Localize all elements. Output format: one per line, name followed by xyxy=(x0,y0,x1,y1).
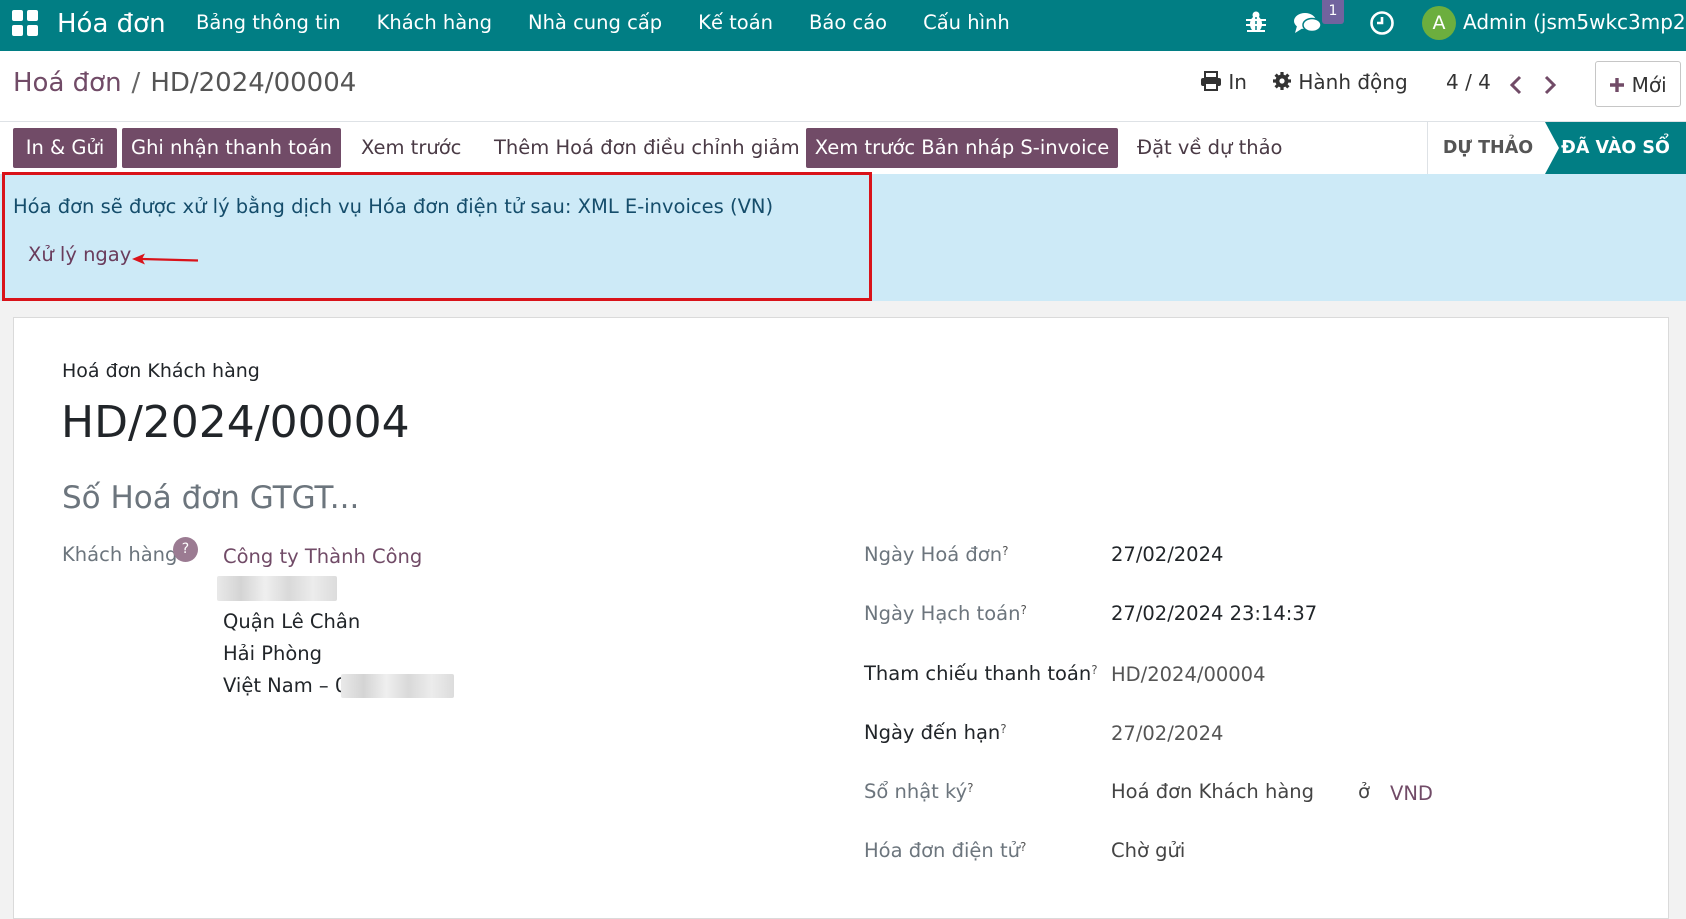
journal-in-text: ở xyxy=(1358,780,1370,803)
journal-value[interactable]: Hoá đơn Khách hàng xyxy=(1111,777,1314,807)
app-title[interactable]: Hóa đơn xyxy=(57,6,166,42)
state-draft[interactable]: DỰ THẢO xyxy=(1427,122,1548,174)
breadcrumb-separator: / xyxy=(131,68,141,98)
action-menu-button[interactable]: Hành động xyxy=(1272,65,1408,99)
menu-configuration[interactable]: Cấu hình xyxy=(923,0,1010,51)
journal-label: Sổ nhật ký? xyxy=(864,780,974,803)
top-navbar: Hóa đơn Bảng thông tin Khách hàng Nhà cu… xyxy=(0,0,1686,51)
add-credit-note-button[interactable]: Thêm Hoá đơn điều chỉnh giảm xyxy=(494,128,800,168)
customer-address-district: Quận Lê Chân xyxy=(223,610,361,633)
customer-address-country: Việt Nam – 0 xyxy=(223,674,348,697)
printer-icon xyxy=(1201,71,1221,91)
action-label: Hành động xyxy=(1298,70,1408,94)
main-menu: Bảng thông tin Khách hàng Nhà cung cấp K… xyxy=(196,0,1046,51)
apps-menu-icon[interactable] xyxy=(12,10,40,38)
status-bar: In & Gửi Ghi nhận thanh toán Xem trước T… xyxy=(0,122,1686,175)
plus-icon xyxy=(1610,78,1625,92)
highlight-box-annotation xyxy=(2,172,872,301)
due-date-label: Ngày đến hạn? xyxy=(864,721,1007,744)
einvoice-state-value: Chờ gửi xyxy=(1111,839,1186,862)
menu-vendors[interactable]: Nhà cung cấp xyxy=(528,0,662,51)
document-type-label: Hoá đơn Khách hàng xyxy=(62,360,260,382)
due-date-value[interactable]: 27/02/2024 xyxy=(1111,719,1223,749)
send-print-button[interactable]: In & Gửi xyxy=(13,128,117,168)
user-avatar[interactable]: A xyxy=(1422,6,1456,40)
einvoice-state-label: Hóa đơn điện tử? xyxy=(864,839,1027,862)
menu-accounting[interactable]: Kế toán xyxy=(698,0,773,51)
preview-sinvoice-draft-button[interactable]: Xem trước Bản nháp S-invoice xyxy=(806,128,1118,168)
menu-customers[interactable]: Khách hàng xyxy=(377,0,492,51)
breadcrumb-current: HD/2024/00004 xyxy=(150,68,357,98)
customer-label: Khách hàng xyxy=(62,543,178,566)
payment-reference-label: Tham chiếu thanh toán? xyxy=(864,662,1098,685)
reset-to-draft-button[interactable]: Đặt về dự thảo xyxy=(1137,128,1282,168)
currency-link[interactable]: VND xyxy=(1390,779,1433,809)
bug-icon[interactable] xyxy=(1244,9,1268,35)
chat-count-badge: 1 xyxy=(1322,0,1344,24)
redacted-tax-id xyxy=(341,674,454,698)
chevron-right-icon[interactable] xyxy=(1543,75,1557,95)
menu-dashboard[interactable]: Bảng thông tin xyxy=(196,0,341,51)
clock-icon[interactable] xyxy=(1369,10,1395,36)
control-panel: Hoá đơn / HD/2024/00004 In Hành động 4 / 4… xyxy=(0,51,1686,122)
pager-value: 4 / 4 xyxy=(1446,70,1491,94)
breadcrumb-parent[interactable]: Hoá đơn xyxy=(13,68,122,98)
chat-icon[interactable] xyxy=(1293,10,1323,36)
new-label: Mới xyxy=(1631,73,1667,97)
accounting-date-value[interactable]: 27/02/2024 23:14:37 xyxy=(1111,599,1317,629)
invoice-date-label: Ngày Hoá đơn? xyxy=(864,543,1009,566)
print-label: In xyxy=(1228,70,1247,94)
vat-invoice-number-input[interactable]: Số Hoá đơn GTGT... xyxy=(62,477,359,519)
payment-reference-value[interactable]: HD/2024/00004 xyxy=(1111,660,1265,690)
customer-name-link[interactable]: Công ty Thành Công xyxy=(223,542,422,572)
customer-address-city: Hải Phòng xyxy=(223,642,323,665)
invoice-number-title: HD/2024/00004 xyxy=(61,397,410,448)
menu-reporting[interactable]: Báo cáo xyxy=(809,0,887,51)
register-payment-button[interactable]: Ghi nhận thanh toán xyxy=(122,128,341,168)
chevron-left-icon[interactable] xyxy=(1509,75,1523,95)
print-button[interactable]: In xyxy=(1200,65,1247,99)
gear-icon xyxy=(1273,72,1291,90)
breadcrumb: Hoá đơn / HD/2024/00004 xyxy=(13,64,356,102)
redacted-street xyxy=(217,576,337,601)
new-record-button[interactable]: Mới xyxy=(1595,61,1681,107)
state-posted[interactable]: ĐÃ VÀO SỔ xyxy=(1545,122,1686,174)
customer-help-icon[interactable]: ? xyxy=(173,537,198,562)
preview-button[interactable]: Xem trước xyxy=(361,128,461,168)
user-menu[interactable]: Admin (jsm5wkc3mp29 xyxy=(1463,7,1686,37)
invoice-date-value[interactable]: 27/02/2024 xyxy=(1111,540,1223,570)
accounting-date-label: Ngày Hạch toán? xyxy=(864,602,1027,625)
